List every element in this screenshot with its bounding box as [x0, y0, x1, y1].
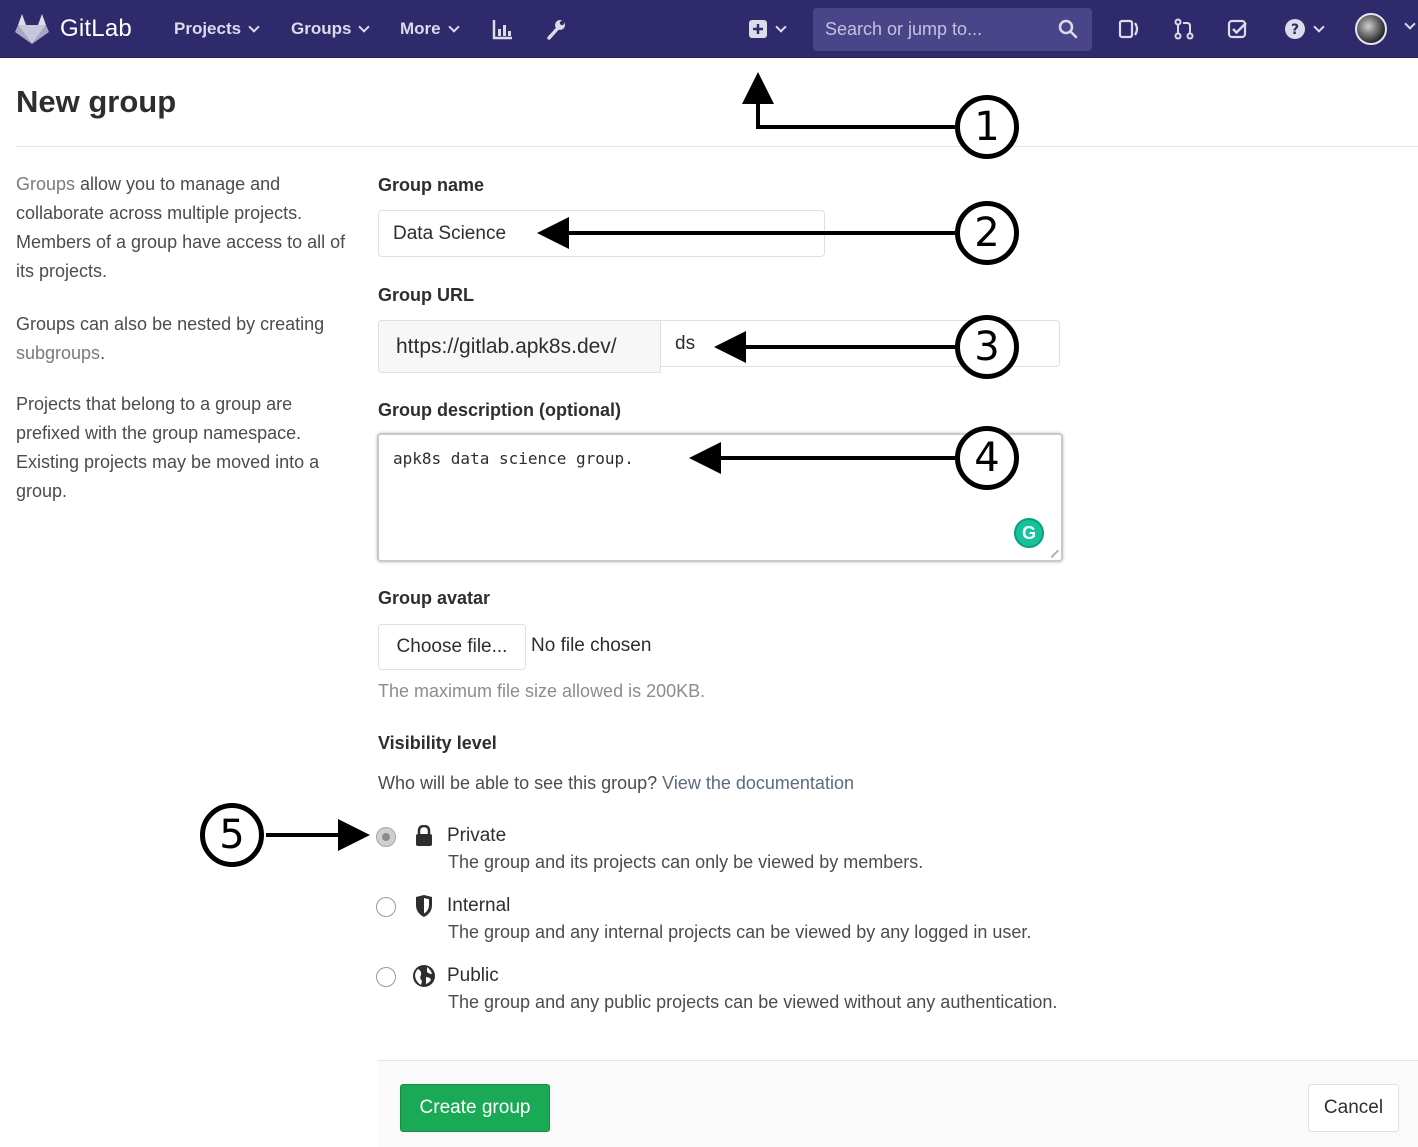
header-divider	[16, 146, 1418, 147]
chevron-down-icon	[248, 20, 260, 33]
admin-area-link[interactable]	[543, 16, 569, 42]
visibility-radio-internal[interactable]	[376, 897, 396, 917]
visibility-radio-private[interactable]	[376, 827, 396, 847]
avatar-help-text: The maximum file size allowed is 200KB.	[378, 681, 706, 701]
visibility-private-title: Private	[447, 825, 507, 846]
visibility-question-text: Who will be able to see this group?	[378, 773, 663, 793]
search-placeholder: Search or jump to...	[825, 19, 983, 39]
arrow-1	[742, 72, 955, 129]
visibility-private-desc: The group and its projects can only be v…	[448, 852, 924, 872]
page-title: New group	[16, 84, 177, 119]
gitlab-logo-icon	[15, 14, 49, 44]
group-name-label: Group name	[378, 175, 485, 195]
sidebar-text-2-end: .	[100, 343, 106, 363]
visibility-question: Who will be able to see this group? View…	[378, 773, 854, 794]
gitlab-home-link[interactable]: GitLab	[14, 12, 132, 46]
file-status-text: No file chosen	[531, 635, 652, 656]
grammarly-icon[interactable]: G	[1014, 518, 1044, 548]
lock-icon	[412, 824, 436, 848]
todos-link[interactable]	[1225, 16, 1251, 42]
group-url-prefix: https://gitlab.apk8s.dev/	[378, 320, 661, 373]
merge-request-icon	[1174, 18, 1194, 40]
svg-text:?: ?	[1290, 22, 1298, 38]
chevron-down-icon	[774, 20, 787, 33]
callout-3: 3	[955, 315, 1019, 379]
group-description-label: Group description (optional)	[378, 400, 621, 420]
cancel-button[interactable]: Cancel	[1308, 1084, 1399, 1132]
brand-name: GitLab	[60, 15, 132, 42]
chevron-down-icon	[358, 20, 371, 33]
visibility-internal-title: Internal	[447, 895, 511, 916]
issues-link[interactable]	[1116, 16, 1142, 42]
nav-groups-label: Groups	[291, 19, 352, 38]
groups-link[interactable]: Groups	[16, 174, 75, 194]
chevron-down-icon	[447, 20, 460, 33]
help-icon: ?	[1284, 19, 1305, 39]
activity-link[interactable]	[490, 16, 516, 42]
plus-square-icon	[748, 20, 767, 38]
activity-chart-icon	[492, 20, 512, 40]
chevron-down-icon	[1312, 20, 1325, 33]
sidebar-paragraph-1: Groups allow you to manage and collabora…	[16, 170, 346, 286]
callout-5: 5	[200, 803, 264, 867]
sidebar-paragraph-3: Projects that belong to a group are pref…	[16, 394, 320, 501]
top-navbar: GitLab Projects Groups More Search or ju	[0, 0, 1418, 58]
choose-file-button[interactable]: Choose file...	[378, 624, 526, 670]
shield-icon	[412, 894, 436, 918]
create-group-button[interactable]: Create group	[400, 1084, 550, 1132]
visibility-level-label: Visibility level	[378, 733, 497, 753]
visibility-internal-desc: The group and any internal projects can …	[448, 922, 1032, 942]
nav-more-label: More	[400, 19, 441, 38]
nav-projects-dropdown[interactable]: Projects	[174, 17, 260, 41]
search-input[interactable]: Search or jump to...	[813, 8, 1092, 51]
view-documentation-link[interactable]: View the documentation	[662, 773, 854, 793]
callout-1: 1	[955, 95, 1019, 159]
nav-groups-dropdown[interactable]: Groups	[291, 17, 371, 41]
merge-requests-link[interactable]	[1171, 16, 1197, 42]
user-avatar-dropdown[interactable]	[1355, 13, 1387, 45]
search-icon	[1058, 19, 1078, 39]
callout-2: 2	[955, 201, 1019, 265]
sidebar-text-2: Groups can also be nested by creating	[16, 314, 325, 334]
visibility-public-desc: The group and any public projects can be…	[448, 992, 1058, 1012]
sidebar-toggle-icon	[1118, 19, 1139, 39]
sidebar-paragraph-2: Groups can also be nested by creating su…	[16, 310, 346, 368]
visibility-public-title: Public	[447, 965, 499, 986]
group-name-input[interactable]: Data Science	[378, 210, 825, 257]
new-item-dropdown[interactable]	[743, 16, 789, 42]
callout-4: 4	[955, 426, 1019, 490]
chevron-down-icon	[1404, 18, 1416, 30]
nav-projects-label: Projects	[174, 19, 242, 38]
globe-icon	[412, 964, 436, 988]
nav-more-dropdown[interactable]: More	[400, 17, 460, 41]
group-url-label: Group URL	[378, 285, 474, 305]
group-avatar-label: Group avatar	[378, 588, 491, 608]
help-dropdown[interactable]: ?	[1280, 16, 1326, 42]
subgroups-link[interactable]: subgroups	[16, 343, 100, 363]
todo-check-icon	[1227, 19, 1247, 39]
visibility-radio-public[interactable]	[376, 967, 396, 987]
wrench-icon	[547, 20, 565, 40]
